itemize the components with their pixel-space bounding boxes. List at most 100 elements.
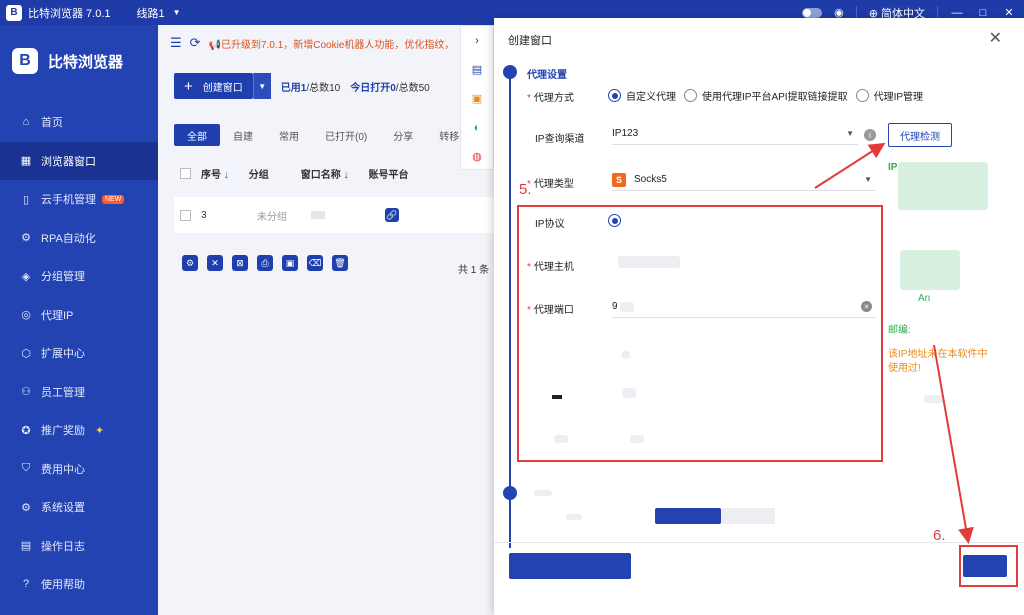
sidebar-item-1[interactable]: ▦ 浏览器窗口 (0, 141, 158, 180)
trash-icon[interactable]: 🗑 (332, 255, 348, 271)
proxy-check-button[interactable]: 代理检测 (888, 123, 952, 147)
help-icon: ? (22, 578, 30, 591)
theme-toggle[interactable] (802, 7, 823, 18)
radio-custom-proxy[interactable]: 自定义代理 (608, 88, 676, 103)
create-window-label: 创建窗口 (202, 82, 243, 94)
timeline-dot (503, 486, 517, 500)
app-title: 比特浏览器 7.0.1 (28, 7, 111, 20)
sidebar-item-7[interactable]: ⚇ 员工管理 (0, 373, 158, 412)
annotation-step6: 6. (933, 527, 946, 544)
blurred-content (534, 490, 552, 496)
sidebar-item-4[interactable]: ◈ 分组管理 (0, 257, 158, 296)
tab-4[interactable]: 分享 (380, 124, 426, 146)
close-icon[interactable]: ✕ (989, 28, 1002, 48)
refresh-icon[interactable]: ⟳ (190, 35, 201, 51)
sparkle-icon: ✦ (95, 424, 105, 437)
fingerprint-icon[interactable]: ◍ (461, 142, 493, 171)
socks-icon: S (612, 172, 626, 187)
phone-icon: ▯ (22, 193, 30, 206)
select-all-checkbox[interactable] (180, 167, 191, 179)
mode-selected-button[interactable] (655, 508, 721, 524)
proxy-method-group: 自定义代理 使用代理IP平台API提取链接提取 代理IP管理 (608, 88, 931, 103)
sidebar-item-label: 代理IP (41, 309, 74, 322)
printer-icon[interactable]: ⎙ (257, 255, 273, 271)
blurred-content (924, 395, 944, 403)
close-circle-icon[interactable]: ✕ (207, 255, 223, 271)
users-icon: ⚇ (21, 386, 31, 399)
close-box-icon[interactable]: ⊠ (232, 255, 248, 271)
sidebar-item-11[interactable]: ▤ 操作日志 (0, 527, 158, 566)
row-index: 3 (201, 209, 207, 221)
gift-icon: ✪ (21, 424, 31, 437)
total-count: 共 1 条 (458, 265, 490, 276)
row-checkbox[interactable] (180, 209, 191, 221)
layers-icon: ◈ (21, 270, 31, 283)
plus-icon: + (184, 77, 193, 95)
location-icon: ◎ (21, 309, 31, 322)
mode-other-button[interactable] (721, 508, 775, 524)
trash-restore-icon[interactable]: ⌫ (307, 255, 323, 271)
annotation-box-step6 (959, 545, 1018, 587)
ip-info-blurred (900, 250, 960, 290)
sidebar-item-label: 分组管理 (41, 271, 85, 284)
ip-channel-select[interactable]: IP123 ▼ (612, 123, 858, 145)
sidebar-nav: ⌂ 首页 ▦ 浏览器窗口 ▯ 云手机管理 NEW ⚙ RPA自动化 ◈ 分组管理 ◎ 代理IP ⬡ 扩展中心… (0, 103, 158, 604)
sidebar-item-9[interactable]: ⛉ 费用中心 (0, 450, 158, 489)
sidebar-item-6[interactable]: ⬡ 扩展中心 (0, 334, 158, 373)
row-group: 未分组 (257, 211, 287, 223)
sidebar-item-label: 浏览器窗口 (41, 155, 96, 168)
menu-collapse-icon[interactable]: ☰ (170, 35, 182, 51)
tab-1[interactable]: 自建 (220, 124, 266, 146)
bulk-actions: ⚙ ✕ ⊠ ⎙ ▣ ⌫ 🗑 (182, 255, 348, 271)
create-window-button[interactable]: + 创建窗口 (174, 73, 253, 99)
create-dropdown-button[interactable]: ▼ (252, 73, 271, 99)
sidebar-item-8[interactable]: ✪ 推广奖励 ✦ (0, 411, 158, 450)
sidebar-item-12[interactable]: ? 使用帮助 (0, 565, 158, 604)
radio-proxy-manage[interactable]: 代理IP管理 (855, 88, 923, 103)
brand-name: 比特浏览器 (48, 53, 124, 71)
annotation-box-step5 (517, 205, 883, 462)
link-icon[interactable]: 🔗 (385, 208, 399, 222)
col-index[interactable]: 序号 ↓ (201, 166, 229, 181)
tab-0[interactable]: 全部 (174, 124, 220, 146)
tab-3[interactable]: 已打开(0) (312, 124, 380, 146)
message-icon[interactable]: ▤ (461, 55, 493, 84)
minimize-button[interactable]: — (950, 7, 964, 19)
ip-icon[interactable]: ▣ (461, 84, 493, 113)
dialog-left-button[interactable] (509, 553, 631, 579)
col-window-name[interactable]: 窗口名称 ↓ (301, 166, 349, 181)
sidebar-item-2[interactable]: ▯ 云手机管理 NEW (0, 180, 158, 219)
timeline-dot (503, 65, 517, 79)
sidebar-item-10[interactable]: ⚙ 系统设置 (0, 488, 158, 527)
chevron-down-icon[interactable]: ▼ (173, 8, 181, 17)
chevron-right-icon[interactable]: › (461, 26, 493, 55)
sidebar: B 比特浏览器 ⌂ 首页 ▦ 浏览器窗口 ▯ 云手机管理 NEW ⚙ RPA自动化 ◈ 分组管理 ◎ 代… (0, 25, 158, 615)
line-selector[interactable]: 线路1 (137, 5, 165, 21)
brand-logo-icon: B (12, 48, 38, 74)
blurred-content (566, 514, 582, 520)
sidebar-item-label: 扩展中心 (41, 348, 85, 361)
robot-icon: ⚙ (21, 232, 31, 245)
settings-icon[interactable]: ⚙ (182, 255, 198, 271)
ip-info-an: An (918, 293, 931, 304)
radio-api-proxy[interactable]: 使用代理IP平台API提取链接提取 (684, 88, 848, 103)
brand: B 比特浏览器 (0, 25, 158, 97)
sidebar-item-label: 首页 (41, 117, 63, 130)
info-icon[interactable]: i (864, 129, 876, 141)
proxy-type-select[interactable]: S Socks5 ▼ (612, 169, 876, 191)
log-icon: ▤ (20, 540, 32, 553)
sidebar-item-0[interactable]: ⌂ 首页 (0, 103, 158, 142)
app-logo-icon: B (6, 4, 22, 21)
sidebar-item-label: 员工管理 (41, 386, 85, 399)
toggle-icon[interactable]: ◐ (461, 113, 493, 142)
col-group: 分组 (248, 169, 269, 181)
row-window-name (311, 211, 325, 219)
proxy-type-label: * 代理类型 (527, 179, 574, 190)
sidebar-item-5[interactable]: ◎ 代理IP (0, 296, 158, 335)
window-icon[interactable]: ▣ (282, 255, 298, 271)
cube-icon: ⬡ (21, 347, 31, 360)
maximize-button[interactable]: □ (976, 7, 990, 19)
tab-2[interactable]: 常用 (266, 124, 312, 146)
sidebar-item-3[interactable]: ⚙ RPA自动化 (0, 219, 158, 258)
sidebar-item-label: 使用帮助 (41, 579, 85, 592)
